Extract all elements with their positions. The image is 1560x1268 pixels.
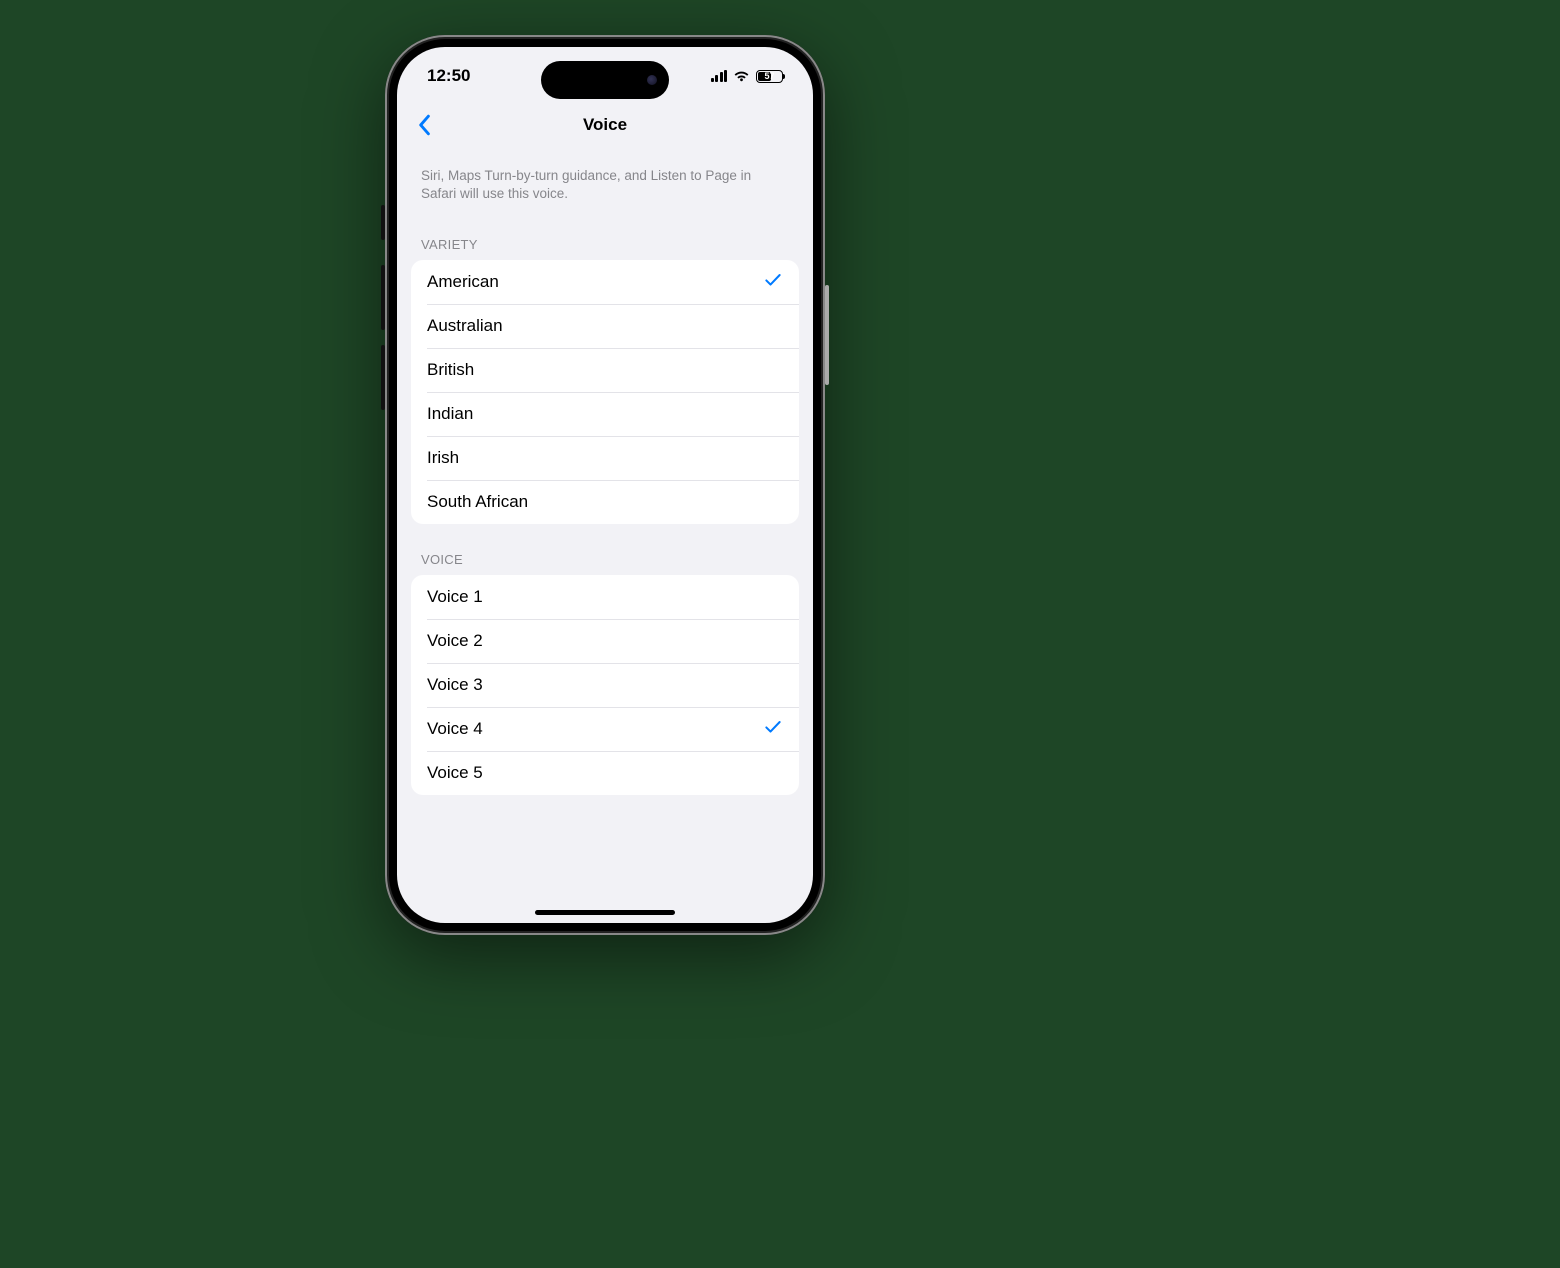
voice-row[interactable]: Voice 3 — [411, 663, 799, 707]
variety-label: British — [427, 360, 474, 380]
variety-label: Australian — [427, 316, 503, 336]
variety-row[interactable]: Indian — [411, 392, 799, 436]
status-time: 12:50 — [427, 66, 470, 86]
cellular-icon — [711, 70, 728, 82]
variety-label: South African — [427, 492, 528, 512]
variety-group: American Australian British Indian Irish Sout… — [411, 260, 799, 524]
variety-label: Indian — [427, 404, 473, 424]
voice-row[interactable]: Voice 5 — [411, 751, 799, 795]
content: Siri, Maps Turn-by-turn guidance, and Li… — [397, 147, 813, 825]
section-header-voice: VOICE — [397, 524, 813, 575]
phone-frame: 12:50 57 Voice Siri, Maps Turn-by-turn g… — [385, 35, 825, 935]
back-button[interactable] — [409, 110, 439, 140]
status-right: 57 — [711, 70, 784, 83]
variety-row[interactable]: Australian — [411, 304, 799, 348]
page-title: Voice — [583, 115, 627, 135]
voice-label: Voice 2 — [427, 631, 483, 651]
voice-row[interactable]: Voice 2 — [411, 619, 799, 663]
nav-bar: Voice — [397, 103, 813, 147]
checkmark-icon — [763, 717, 783, 742]
variety-label: American — [427, 272, 499, 292]
voice-label: Voice 3 — [427, 675, 483, 695]
variety-label: Irish — [427, 448, 459, 468]
voice-row[interactable]: Voice 4 — [411, 707, 799, 751]
variety-row[interactable]: British — [411, 348, 799, 392]
checkmark-icon — [763, 270, 783, 295]
screen: 12:50 57 Voice Siri, Maps Turn-by-turn g… — [397, 47, 813, 923]
variety-row[interactable]: American — [411, 260, 799, 304]
variety-row[interactable]: South African — [411, 480, 799, 524]
home-indicator[interactable] — [535, 910, 675, 915]
voice-label: Voice 1 — [427, 587, 483, 607]
wifi-icon — [733, 70, 750, 82]
voice-label: Voice 4 — [427, 719, 483, 739]
variety-row[interactable]: Irish — [411, 436, 799, 480]
battery-percent: 57 — [757, 72, 782, 81]
dynamic-island — [541, 61, 669, 99]
section-header-variety: VARIETY — [397, 209, 813, 260]
voice-description: Siri, Maps Turn-by-turn guidance, and Li… — [397, 147, 813, 209]
voice-group: Voice 1 Voice 2 Voice 3 Voice 4 Voice 5 — [411, 575, 799, 795]
battery-icon: 57 — [756, 70, 783, 83]
voice-row[interactable]: Voice 1 — [411, 575, 799, 619]
voice-label: Voice 5 — [427, 763, 483, 783]
